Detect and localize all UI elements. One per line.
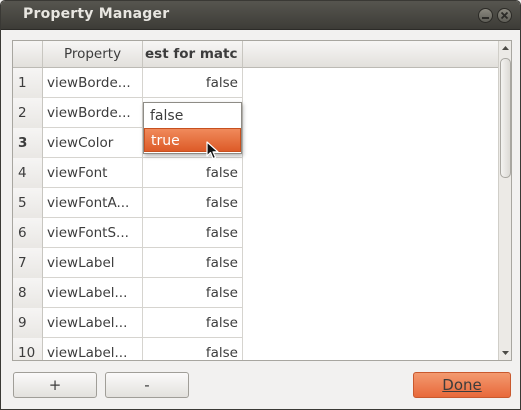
table-row[interactable]: 9 viewLabel... false [13, 308, 243, 338]
property-cell[interactable]: viewLabel [43, 248, 143, 278]
property-cell[interactable]: viewLabel... [43, 338, 143, 360]
header-filler [243, 41, 498, 68]
scroll-down-arrow-icon[interactable] [499, 346, 511, 360]
property-cell[interactable]: viewLabel... [43, 278, 143, 308]
value-cell[interactable]: false [143, 68, 243, 98]
row-number[interactable]: 1 [13, 68, 43, 98]
dropdown-option-false[interactable]: false [144, 104, 241, 128]
property-cell[interactable]: viewFontS... [43, 218, 143, 248]
row-number[interactable]: 5 [13, 188, 43, 218]
scrollbar-thumb[interactable] [500, 58, 511, 178]
value-cell[interactable]: false [143, 218, 243, 248]
close-button[interactable] [497, 8, 512, 23]
property-table: Property est for matc 1 viewBorde... fal… [12, 40, 512, 361]
property-cell[interactable]: viewColor [43, 128, 143, 158]
value-cell[interactable]: false [143, 158, 243, 188]
minimize-button[interactable] [478, 8, 493, 23]
row-number[interactable]: 2 [13, 98, 43, 128]
row-number[interactable]: 9 [13, 308, 43, 338]
minimize-icon [482, 17, 489, 19]
table-row[interactable]: 7 viewLabel false [13, 248, 243, 278]
property-cell[interactable]: viewBorde... [43, 98, 143, 128]
done-button-label: Done [442, 376, 482, 394]
property-cell[interactable]: viewBorde... [43, 68, 143, 98]
property-manager-window: Property Manager Property est for matc 1… [0, 0, 521, 410]
value-cell[interactable]: false [143, 248, 243, 278]
title-bar[interactable]: Property Manager [1, 1, 520, 30]
window-title: Property Manager [23, 6, 170, 22]
table-row[interactable]: 10 viewLabel... false [13, 338, 243, 360]
property-cell[interactable]: viewFont [43, 158, 143, 188]
row-number[interactable]: 7 [13, 248, 43, 278]
property-cell[interactable]: viewFontA... [43, 188, 143, 218]
done-button[interactable]: Done [413, 372, 511, 398]
dropdown-option-true[interactable]: true [144, 128, 241, 152]
table-row[interactable]: 1 viewBorde... false [13, 68, 243, 98]
value-cell[interactable]: false [143, 278, 243, 308]
row-number[interactable]: 6 [13, 218, 43, 248]
row-number[interactable]: 4 [13, 158, 43, 188]
table-row[interactable]: 4 viewFont false [13, 158, 243, 188]
table-row[interactable]: 8 viewLabel... false [13, 278, 243, 308]
value-dropdown-list[interactable]: false true [143, 102, 242, 154]
mouse-pointer-icon [206, 141, 219, 160]
row-number[interactable]: 3 [13, 128, 43, 158]
property-cell[interactable]: viewLabel... [43, 308, 143, 338]
table-corner-header[interactable] [13, 41, 43, 68]
column-header-test[interactable]: est for matc [143, 41, 243, 68]
add-property-button[interactable]: + [13, 372, 97, 398]
remove-property-button[interactable]: - [105, 372, 189, 398]
table-row[interactable]: 5 viewFontA... false [13, 188, 243, 218]
row-number[interactable]: 10 [13, 338, 43, 360]
value-cell[interactable]: false [143, 188, 243, 218]
value-cell[interactable]: false [143, 338, 243, 360]
vertical-scrollbar[interactable] [498, 41, 511, 360]
scroll-up-arrow-icon[interactable] [499, 41, 511, 55]
column-header-property[interactable]: Property [43, 41, 143, 68]
row-number[interactable]: 8 [13, 278, 43, 308]
value-cell[interactable]: false [143, 308, 243, 338]
table-row[interactable]: 6 viewFontS... false [13, 218, 243, 248]
close-icon [500, 11, 509, 20]
